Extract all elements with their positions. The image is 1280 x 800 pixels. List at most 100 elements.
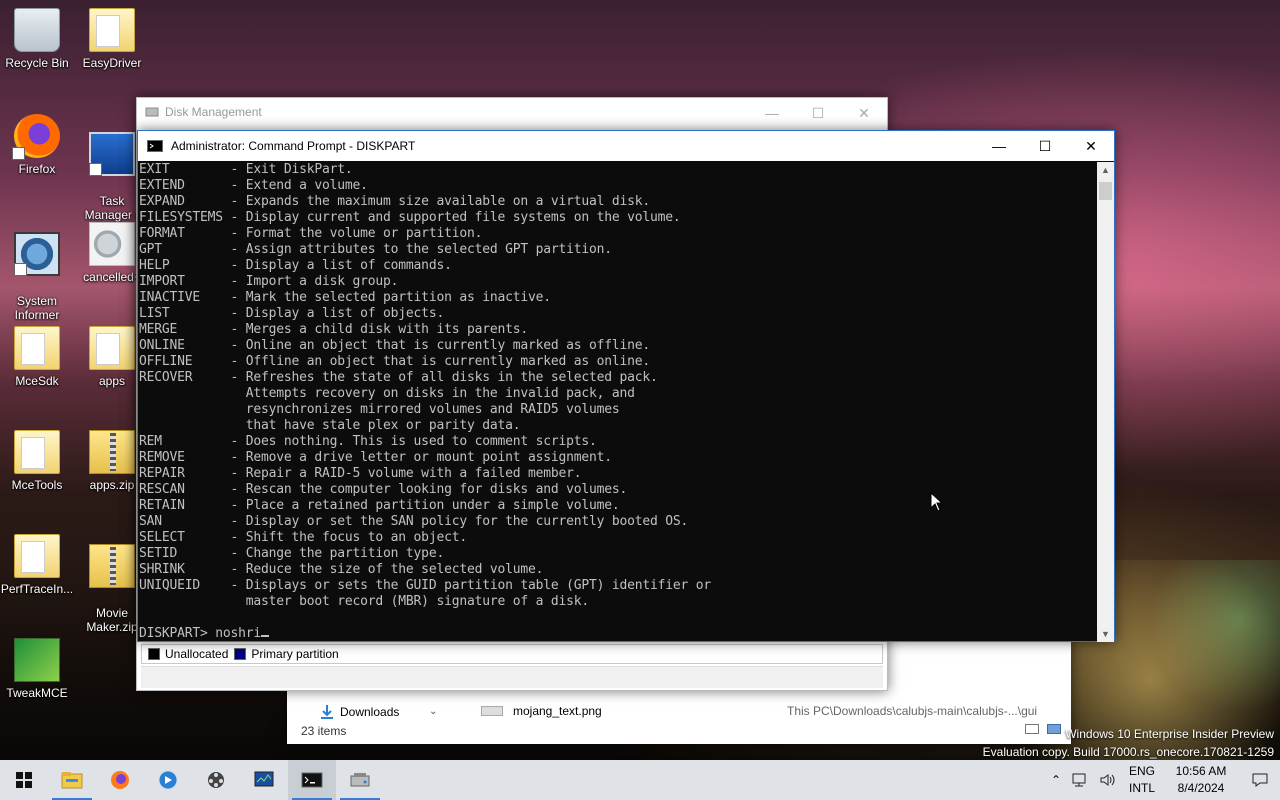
- desktop-icon-label: Recycle Bin: [5, 56, 69, 70]
- show-hidden-icons-button[interactable]: ⌃: [1046, 773, 1066, 787]
- network-icon[interactable]: [1066, 772, 1094, 788]
- firefox-icon: [12, 114, 60, 160]
- task-manager-icon: [254, 771, 274, 787]
- nav-item-downloads[interactable]: Downloads: [319, 704, 399, 720]
- scroll-down-icon[interactable]: ▼: [1097, 626, 1114, 642]
- legend-label: Primary partition: [251, 647, 339, 661]
- desktop-icon-perftrace[interactable]: PerfTraceIn...: [0, 534, 74, 596]
- vertical-scrollbar[interactable]: ▲ ▼: [1097, 162, 1114, 642]
- language-label: ENG: [1128, 764, 1155, 778]
- scrollbar-thumb[interactable]: [1099, 182, 1112, 200]
- command-prompt-window: Administrator: Command Prompt - DISKPART…: [137, 130, 1115, 642]
- close-button[interactable]: ✕: [1068, 131, 1114, 161]
- large-icons-view-icon[interactable]: [1047, 724, 1061, 734]
- zip-folder-icon: [89, 430, 135, 474]
- console-line: OFFLINE - Offline an object that is curr…: [139, 354, 650, 369]
- zip-folder-icon: [89, 544, 135, 588]
- console-line: REMOVE - Remove a drive letter or mount …: [139, 450, 612, 465]
- title-bar[interactable]: Disk Management — ☐ ✕: [137, 98, 887, 126]
- clock-time: 10:56 AM: [1175, 764, 1227, 778]
- item-count: 23 items: [301, 724, 347, 738]
- clock-date: 8/4/2024: [1177, 781, 1225, 795]
- console-line: RECOVER - Refreshes the state of all dis…: [139, 370, 658, 385]
- title-bar[interactable]: Administrator: Command Prompt - DISKPART…: [138, 131, 1114, 161]
- volume-icon[interactable]: [1094, 772, 1122, 788]
- console-line: EXTEND - Extend a volume.: [139, 178, 368, 193]
- console-line: FILESYSTEMS - Display current and suppor…: [139, 210, 681, 225]
- console-line: REM - Does nothing. This is used to comm…: [139, 434, 597, 449]
- media-player-icon: [158, 770, 178, 790]
- desktop-icon-label: EasyDriver: [82, 56, 142, 70]
- taskbar: ⌃ ENG INTL 10:56 AM 8/4/2024: [0, 760, 1280, 800]
- mouse-pointer-icon: [930, 492, 944, 512]
- minimize-button[interactable]: —: [976, 131, 1022, 161]
- notification-icon: [1252, 773, 1268, 787]
- desktop-icon-tweakmce[interactable]: TweakMCE: [0, 638, 74, 700]
- desktop-icon-easydriver[interactable]: EasyDriver: [75, 8, 149, 70]
- minimize-button[interactable]: —: [749, 98, 795, 128]
- scroll-up-icon[interactable]: ▲: [1097, 162, 1114, 178]
- tweakmce-icon: [14, 638, 60, 682]
- input-language-indicator[interactable]: ENG INTL: [1122, 763, 1162, 797]
- chevron-down-icon[interactable]: ⌄: [429, 706, 437, 717]
- text-cursor: [261, 635, 270, 637]
- desktop-icon-label: System Informer: [14, 294, 60, 322]
- windows-logo-icon: [16, 772, 32, 788]
- taskbar-task-manager[interactable]: [240, 760, 288, 800]
- console-line: MERGE - Merges a child disk with its par…: [139, 322, 528, 337]
- nav-item-label: Downloads: [340, 705, 400, 719]
- action-center-button[interactable]: [1240, 772, 1280, 788]
- folder-icon: [14, 430, 60, 474]
- console-line: master boot record (MBR) signature of a …: [139, 594, 589, 609]
- maximize-button[interactable]: ☐: [1022, 131, 1068, 161]
- taskbar-firefox[interactable]: [96, 760, 144, 800]
- console-line: UNIQUEID - Displays or sets the GUID par…: [139, 578, 711, 593]
- taskbar-movie-maker[interactable]: [192, 760, 240, 800]
- clock[interactable]: 10:56 AM 8/4/2024: [1162, 763, 1240, 797]
- taskbar-disk-management[interactable]: [336, 760, 384, 800]
- console-line: GPT - Assign attributes to the selected …: [139, 242, 612, 257]
- console-line: RETAIN - Place a retained partition unde…: [139, 498, 620, 513]
- taskbar-file-explorer[interactable]: [48, 760, 96, 800]
- console-line: SETID - Change the partition type.: [139, 546, 445, 561]
- desktop-icon-label: PerfTraceIn...: [0, 582, 74, 596]
- folder-icon: [14, 534, 60, 578]
- console-output[interactable]: EXIT - Exit DiskPart. EXTEND - Extend a …: [139, 162, 1097, 642]
- desktop-icon-system-informer[interactable]: System Informer: [0, 218, 74, 336]
- desktop-icon-label: MceSdk: [15, 374, 59, 388]
- console-line: ONLINE - Online an object that is curren…: [139, 338, 650, 353]
- desktop-icon-recycle-bin[interactable]: Recycle Bin: [0, 8, 74, 70]
- chevron-up-icon: ⌃: [1050, 773, 1061, 787]
- console-line: HELP - Display a list of commands.: [139, 258, 452, 273]
- unallocated-swatch: [148, 648, 160, 660]
- desktop-icon-mcetools[interactable]: MceTools: [0, 430, 74, 492]
- console-line: SAN - Display or set the SAN policy for …: [139, 514, 689, 529]
- command-prompt-icon: [301, 772, 323, 788]
- maximize-button[interactable]: ☐: [795, 98, 841, 128]
- taskbar-command-prompt[interactable]: [288, 760, 336, 800]
- watermark-build: Evaluation copy. Build 17000.rs_onecore.…: [982, 745, 1274, 759]
- desktop-icon-label: TweakMCE: [6, 686, 68, 700]
- file-list-item[interactable]: mojang_text.png: [481, 704, 602, 718]
- folder-icon: [14, 326, 60, 370]
- console-line: resynchronizes mirrored volumes and RAID…: [139, 402, 620, 417]
- file-explorer-icon: [61, 772, 83, 789]
- taskbar-media-player[interactable]: [144, 760, 192, 800]
- command-prompt-line: DISKPART> noshri: [139, 626, 262, 641]
- legend-label: Unallocated: [165, 647, 229, 661]
- gear-file-icon: [89, 222, 135, 266]
- window-title: Disk Management: [165, 105, 262, 119]
- start-button[interactable]: [0, 760, 48, 800]
- status-bar: [141, 666, 883, 688]
- desktop-icon-firefox[interactable]: Firefox: [0, 114, 74, 176]
- console-line: FORMAT - Format the volume or partition.: [139, 226, 483, 241]
- details-view-icon[interactable]: [1025, 724, 1039, 734]
- address-path[interactable]: This PC\Downloads\calubjs-main\calubjs-.…: [787, 704, 1037, 718]
- task-manager-icon: [89, 132, 135, 176]
- primary-partition-swatch: [234, 648, 247, 660]
- window-title: Administrator: Command Prompt - DISKPART: [171, 139, 416, 153]
- disk-management-icon: [350, 773, 370, 787]
- close-button[interactable]: ✕: [841, 98, 887, 128]
- desktop-icon-mcesdk[interactable]: MceSdk: [0, 326, 74, 388]
- file-name: mojang_text.png: [513, 704, 602, 718]
